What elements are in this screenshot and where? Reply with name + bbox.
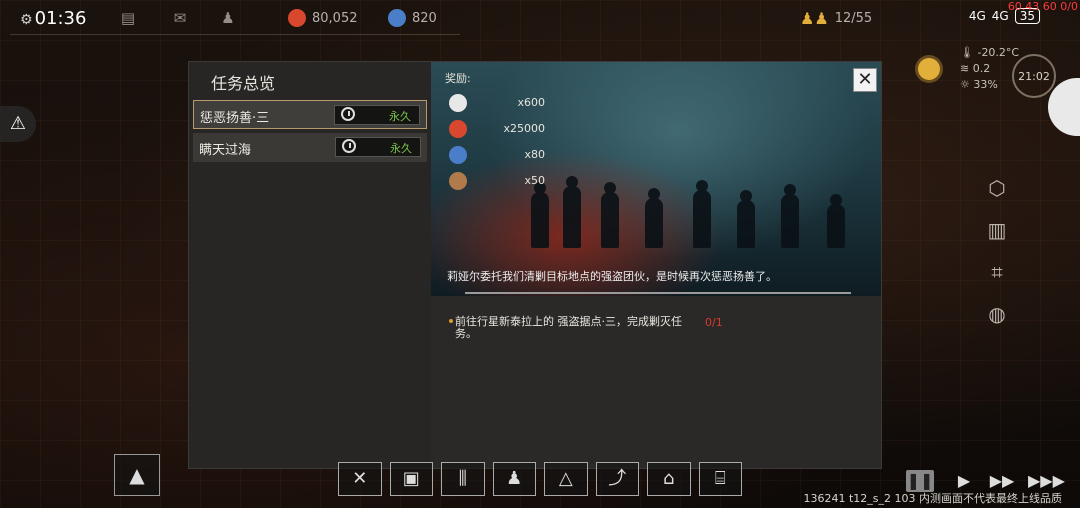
time-label: 01:36: [34, 8, 87, 29]
hazard-icon[interactable]: △: [544, 462, 588, 496]
quest-detail-panel: 奖励: x600 x25000 x80 x50 ✕ 莉娅尔委托我们清剿目标地点的…: [431, 62, 881, 468]
farm-icon[interactable]: ⫼: [441, 462, 485, 496]
quest-item[interactable]: 惩恶扬善·三 永久: [193, 100, 427, 129]
side-toolbar: ⬡ ▥ ⌗ ◍: [982, 176, 1012, 344]
resource-gear: 820: [388, 9, 437, 27]
objective-progress: 0/1: [705, 316, 723, 329]
reward-amount: x25000: [503, 122, 545, 135]
reward-item: x25000: [449, 120, 569, 138]
scan-icon[interactable]: ⌗: [982, 260, 1012, 296]
quest-illustration: 奖励: x600 x25000 x80 x50 ✕ 莉娅尔委托我们清剿目标地点的…: [431, 62, 881, 296]
food-icon: [449, 120, 467, 138]
signal-icon: 4G: [968, 9, 986, 23]
route-icon[interactable]: ⤴: [595, 462, 639, 496]
mail-icon[interactable]: ✉: [170, 10, 190, 26]
globe-icon[interactable]: ◍: [982, 302, 1012, 338]
warning-icon[interactable]: ⚠: [0, 106, 36, 142]
fps-counter: 60.43 60 0/0: [1007, 0, 1078, 13]
raider-silhouette: [781, 184, 799, 248]
temperature-value: -20.2°C: [977, 46, 1020, 59]
close-button[interactable]: ✕: [853, 68, 877, 92]
quest-name: 瞒天过海: [199, 143, 252, 158]
people-icon[interactable]: ♟: [218, 10, 238, 26]
bullet-icon: [449, 319, 453, 323]
dialog-title: 任务总览: [211, 74, 276, 93]
divider: [465, 292, 851, 294]
quest-overview-dialog: 任务总览 惩恶扬善·三 永久 瞒天过海 永久 奖励: x600 x25000 x…: [189, 62, 881, 468]
duration-label: 永久: [390, 142, 412, 155]
raider-silhouette: [737, 190, 755, 248]
tech-chip-icon: [449, 94, 467, 112]
wind-value: 0.2: [972, 62, 991, 75]
population-icon[interactable]: ♟: [492, 462, 536, 496]
clock-icon: [342, 139, 356, 153]
raider-silhouette: [531, 182, 549, 248]
disclaimer-label: 内测画面不代表最终上线品质: [919, 492, 1062, 505]
clipboard-icon[interactable]: ▥: [982, 218, 1012, 254]
population-count: 12/55: [834, 11, 873, 26]
reward-amount: x600: [517, 96, 545, 109]
objective-line: 务。: [455, 327, 477, 340]
reward-item: x50: [449, 172, 569, 190]
quest-item[interactable]: 瞒天过海 永久: [193, 133, 427, 162]
quest-duration: 永久: [334, 105, 420, 125]
game-clock: 21:02: [1012, 54, 1056, 98]
top-bar: ⚙ 01:36 ▤ ✉ ♟ 80,052 820 ♟♟ 12/55 4G 4G 3…: [0, 0, 1080, 36]
signal-icon: 4G: [991, 9, 1009, 23]
food-icon: [288, 9, 306, 27]
reward-item: x80: [449, 146, 569, 164]
version-label: 136241 t12_s_2 103: [803, 492, 916, 505]
quest-duration: 永久: [335, 137, 421, 157]
food-count: 80,052: [312, 10, 358, 26]
build-info: 136241 t12_s_2 103 内测画面不代表最终上线品质: [803, 490, 1062, 506]
reward-amount: x80: [524, 148, 545, 161]
quest-name: 惩恶扬善·三: [200, 111, 270, 126]
tools-icon[interactable]: ✕: [338, 462, 382, 496]
settings-icon[interactable]: ⚙: [20, 12, 33, 28]
raider-silhouette: [645, 188, 663, 248]
population: ♟♟ 12/55: [800, 9, 872, 28]
raider-silhouette: [827, 194, 845, 248]
sunlight: ☼ 33%: [960, 78, 998, 91]
weather-panel[interactable]: 🌡 -20.2°C ≋ 0.2 ☼ 33% 21:02: [912, 46, 1062, 106]
quest-objective: 前往行星新泰拉上的 强盗据点·三，完成剿灭任 务。: [449, 315, 715, 340]
gear-coin-icon: [388, 9, 406, 27]
mountain-icon[interactable]: ▲: [114, 454, 160, 496]
divider: [10, 34, 460, 35]
raider-silhouette: [563, 176, 581, 248]
temperature: 🌡 -20.2°C: [960, 46, 1020, 59]
sun-icon: [918, 58, 940, 80]
raider-silhouette: [601, 182, 619, 248]
play-button[interactable]: ▶: [950, 470, 978, 492]
fast-forward-button[interactable]: ▶▶: [988, 470, 1016, 492]
quest-story: 莉娅尔委托我们清剿目标地点的强盗团伙，是时候再次惩恶扬善了。: [447, 270, 777, 283]
ore-icon: [449, 172, 467, 190]
population-icon: ♟♟: [800, 9, 829, 28]
bottom-toolbar: ✕ ▣ ⫼ ♟ △ ⤴ ⌂ ⌸: [338, 462, 742, 498]
gear-count: 820: [412, 10, 437, 26]
time-display: ⚙ 01:36: [20, 8, 86, 29]
raider-silhouette: [693, 180, 711, 248]
pause-button[interactable]: ❚❚: [906, 470, 934, 492]
sunlight-value: 33%: [973, 78, 998, 91]
reward-amount: x50: [524, 174, 545, 187]
fastest-button[interactable]: ▶▶▶: [1028, 470, 1065, 492]
reward-item: x600: [449, 94, 569, 112]
gear-coin-icon: [449, 146, 467, 164]
storage-icon[interactable]: ▣: [389, 462, 433, 496]
quest-list-panel: 任务总览 惩恶扬善·三 永久 瞒天过海 永久: [189, 62, 431, 468]
resource-food: 80,052: [288, 9, 358, 27]
cube-icon[interactable]: ⬡: [982, 176, 1012, 212]
duration-label: 永久: [389, 110, 411, 123]
clock-icon: [341, 107, 355, 121]
reward-label: 奖励:: [445, 72, 471, 85]
building-icon[interactable]: ⌸: [698, 462, 742, 496]
chat-icon[interactable]: ▤: [118, 10, 138, 26]
message-icon[interactable]: ⌂: [647, 462, 691, 496]
wind: ≋ 0.2: [960, 62, 991, 75]
objective-line: 前往行星新泰拉上的 强盗据点·三，完成剿灭任: [455, 315, 682, 328]
